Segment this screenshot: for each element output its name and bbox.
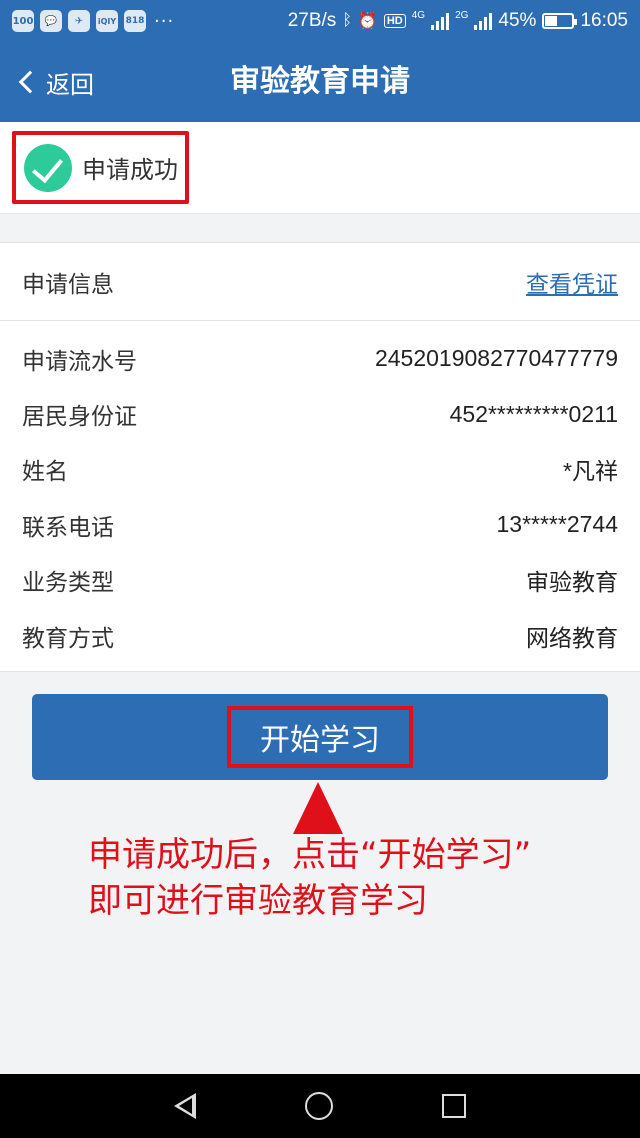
battery-icon <box>542 13 578 29</box>
system-recent-apps-icon[interactable] <box>441 1094 466 1118</box>
network-2g-label: 2G <box>455 9 469 21</box>
shopping-818-icon: 818 <box>124 10 146 32</box>
success-panel: 申请成功 <box>0 122 640 214</box>
row-label: 联系电话 <box>22 514 114 541</box>
status-bar: 100 💬 ✈ iQIY 818 ··· 27B/s ᛒ ⏰ HD 4G 2G … <box>0 0 640 42</box>
iqiyi-icon: iQIY <box>96 10 118 32</box>
annotation-arrow-icon <box>293 782 343 834</box>
more-notifications-icon: ··· <box>154 10 175 32</box>
bluetooth-icon: ᛒ <box>342 12 352 29</box>
net-speed: 27B/s <box>287 10 337 31</box>
start-learning-label: 开始学习 <box>260 723 380 758</box>
annotation-line-1: 申请成功后，点击“开始学习” <box>88 835 532 875</box>
row-label: 居民身份证 <box>22 404 137 431</box>
row-label: 申请流水号 <box>22 348 137 375</box>
app-100-icon: 100 <box>12 10 34 32</box>
status-indicators: 27B/s ᛒ ⏰ HD 4G 2G 45% 16:05 <box>288 10 628 32</box>
battery-fill <box>545 16 558 26</box>
success-highlight-box: 申请成功 <box>12 131 189 204</box>
info-row-id-card: 居民身份证 452*********0211 <box>0 386 640 441</box>
paper-plane-icon: ✈ <box>68 10 90 32</box>
application-info-card: 申请信息 查看凭证 申请流水号 2452019082770477779 居民身份… <box>0 242 640 672</box>
page-title: 审验教育申请 <box>230 64 410 99</box>
row-value: 网络教育 <box>526 624 618 651</box>
back-button[interactable]: 返回 <box>16 42 94 122</box>
row-value: *凡祥 <box>563 458 618 485</box>
info-row-phone: 联系电话 13*****2744 <box>0 497 640 552</box>
row-label: 姓名 <box>22 459 68 486</box>
info-row-serial: 申请流水号 2452019082770477779 <box>0 331 640 386</box>
row-label: 教育方式 <box>22 625 114 652</box>
info-title: 申请信息 <box>22 271 114 298</box>
info-rows: 申请流水号 2452019082770477779 居民身份证 452*****… <box>0 321 640 663</box>
chat-bubble-icon: 💬 <box>40 10 62 32</box>
nav-bar: 返回 审验教育申请 <box>0 42 640 122</box>
row-value: 审验教育 <box>526 569 618 596</box>
signal-2-icon <box>474 12 493 30</box>
info-row-name: 姓名 *凡祥 <box>0 442 640 497</box>
system-nav-bar <box>0 1074 640 1138</box>
info-header: 申请信息 查看凭证 <box>0 243 640 321</box>
start-learning-button[interactable]: 开始学习 <box>32 694 608 780</box>
annotation-line-2: 即可进行审验教育学习 <box>88 881 428 921</box>
battery-percent: 45% <box>498 10 537 31</box>
success-message: 申请成功 <box>82 156 178 184</box>
notification-icons: 100 💬 ✈ iQIY 818 ··· <box>12 10 174 32</box>
check-circle-icon <box>24 143 72 192</box>
annotation-text: 申请成功后，点击“开始学习” 即可进行审验教育学习 <box>88 832 608 924</box>
signal-icon <box>431 12 450 30</box>
network-4g-label: 4G <box>411 9 426 21</box>
chevron-left-icon <box>18 70 42 94</box>
start-highlight-box: 开始学习 <box>227 706 413 768</box>
row-label: 业务类型 <box>22 570 114 597</box>
back-label: 返回 <box>46 70 94 99</box>
alarm-icon: ⏰ <box>357 13 378 30</box>
system-back-icon[interactable] <box>174 1093 197 1119</box>
view-certificate-link[interactable]: 查看凭证 <box>526 265 618 299</box>
row-value: 13*****2744 <box>496 511 618 538</box>
row-value: 2452019082770477779 <box>374 345 618 372</box>
info-row-education-method: 教育方式 网络教育 <box>0 608 640 663</box>
system-home-icon[interactable] <box>304 1092 333 1120</box>
hd-icon: HD <box>383 14 406 28</box>
info-row-business-type: 业务类型 审验教育 <box>0 553 640 608</box>
row-value: 452*********0211 <box>449 400 618 427</box>
clock: 16:05 <box>580 10 628 31</box>
